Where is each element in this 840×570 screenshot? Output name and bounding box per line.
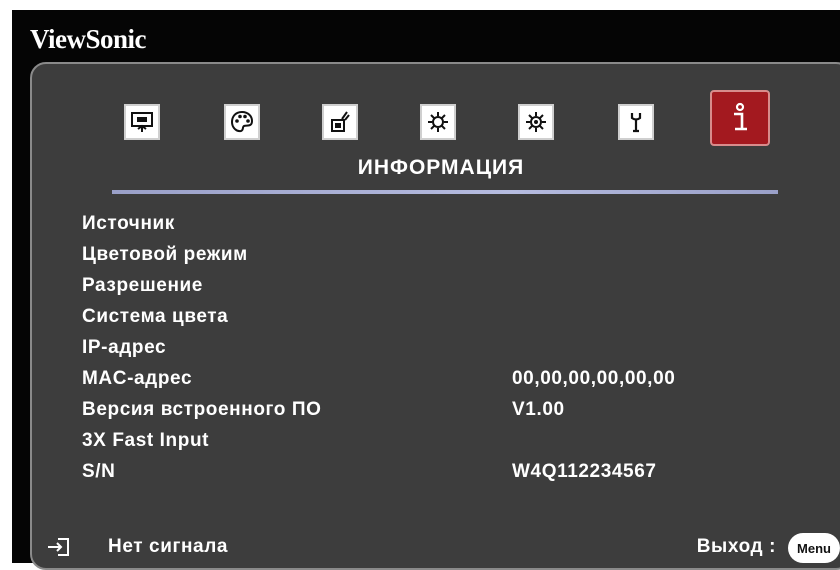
info-list: Источник Цветовой режим Разрешение Систе… — [82, 208, 802, 487]
tab-advanced[interactable] — [514, 100, 558, 144]
info-label: MAC-адрес — [82, 367, 193, 389]
info-row-color-mode: Цветовой режим — [82, 239, 802, 270]
exit-label: Выход : — [696, 536, 776, 557]
info-row-fast-input: 3X Fast Input — [82, 425, 802, 456]
info-row-source: Источник — [82, 208, 802, 239]
info-value: W4Q112234567 — [512, 460, 657, 482]
info-label: Источник — [82, 212, 175, 234]
info-value: V1.00 — [512, 398, 565, 420]
info-row-resolution: Разрешение — [82, 270, 802, 301]
tab-basic[interactable] — [416, 100, 460, 144]
info-label: Разрешение — [82, 274, 203, 296]
tab-information[interactable] — [710, 90, 770, 146]
info-value: 00,00,00,00,00,00 — [512, 367, 676, 389]
info-row-color-system: Система цвета — [82, 301, 802, 332]
section-title: ИНФОРМАЦИЯ — [357, 156, 525, 179]
wrench-icon — [618, 104, 654, 140]
signal-status: Нет сигнала — [108, 536, 229, 557]
info-label: Система цвета — [82, 305, 229, 327]
info-label: S/N — [82, 460, 116, 482]
info-label: 3X Fast Input — [82, 429, 210, 451]
info-label: IP-адрес — [82, 336, 167, 358]
info-icon — [722, 100, 758, 136]
osd-frame: ViewSonic ИНФОРМАЦИЯ Источник Цветовой р… — [12, 10, 840, 570]
osd-panel: ИНФОРМАЦИЯ Источник Цветовой режим Разре… — [30, 62, 840, 570]
tab-system[interactable] — [614, 100, 658, 144]
info-row-ip-address: IP-адрес — [82, 332, 802, 363]
menu-button[interactable]: Menu — [788, 533, 840, 563]
palette-icon — [224, 104, 260, 140]
info-row-serial-number: S/N W4Q112234567 — [82, 456, 802, 487]
info-row-mac-address: MAC-адрес 00,00,00,00,00,00 — [82, 363, 802, 394]
info-label: Версия встроенного ПО — [82, 398, 322, 420]
advanced-gear-icon — [518, 104, 554, 140]
display-icon — [124, 104, 160, 140]
input-source-icon — [46, 536, 72, 558]
info-row-firmware-version: Версия встроенного ПО V1.00 — [82, 394, 802, 425]
tab-display[interactable] — [120, 100, 164, 144]
gear-icon — [420, 104, 456, 140]
info-label: Цветовой режим — [82, 243, 248, 265]
power-icon — [322, 104, 358, 140]
status-bar: Нет сигнала Выход : Menu — [32, 532, 840, 566]
title-divider — [112, 190, 778, 194]
menu-tabs — [120, 88, 800, 148]
brand-logo: ViewSonic — [30, 24, 147, 54]
tab-picture[interactable] — [220, 100, 264, 144]
tab-power[interactable] — [318, 100, 362, 144]
